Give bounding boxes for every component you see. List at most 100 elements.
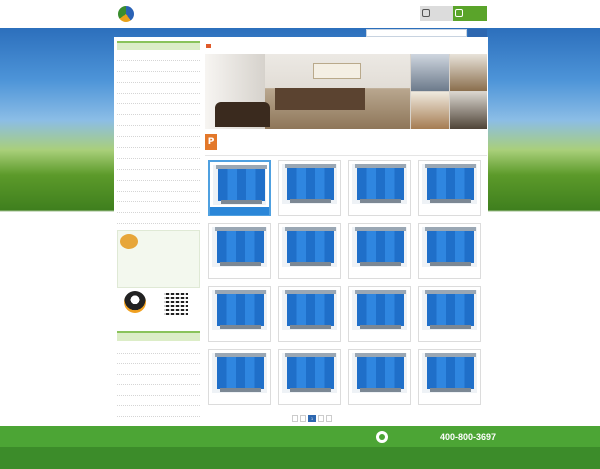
footer-info xyxy=(0,447,600,469)
search-input[interactable] xyxy=(366,29,467,37)
product-image xyxy=(282,353,337,393)
office-desk xyxy=(275,88,365,110)
add-favorite-button[interactable] xyxy=(420,6,453,21)
product-image xyxy=(212,290,267,330)
breadcrumb xyxy=(205,42,487,50)
prev-page-button[interactable] xyxy=(300,415,306,422)
search-button[interactable] xyxy=(468,29,487,37)
site-logo[interactable] xyxy=(118,5,210,23)
category-item[interactable] xyxy=(117,115,200,127)
banner-image xyxy=(205,54,487,129)
product-card[interactable] xyxy=(418,349,481,405)
product-grid xyxy=(208,160,484,405)
news-list xyxy=(117,343,200,417)
news-item[interactable] xyxy=(117,343,200,354)
hotline: 400-800-3697 xyxy=(376,430,496,443)
page-number-button[interactable]: 1 xyxy=(308,415,317,422)
product-card[interactable] xyxy=(418,286,481,342)
wall-calligraphy xyxy=(313,63,361,79)
category-item[interactable] xyxy=(117,181,200,192)
dust-collector-image xyxy=(355,353,406,392)
category-item[interactable] xyxy=(117,126,200,138)
product-card[interactable] xyxy=(208,160,271,216)
last-page-button[interactable] xyxy=(326,415,333,422)
dust-collector-image xyxy=(215,290,266,329)
product-image xyxy=(282,290,337,330)
nav-item-equipment[interactable] xyxy=(328,11,354,21)
product-card[interactable] xyxy=(348,223,411,279)
banner-thumb xyxy=(411,92,449,129)
category-item[interactable] xyxy=(117,83,200,94)
product-card[interactable] xyxy=(208,349,271,405)
product-card[interactable] xyxy=(278,223,341,279)
next-page-button[interactable] xyxy=(318,415,325,422)
dust-collector-image xyxy=(355,164,406,203)
category-item[interactable] xyxy=(117,148,200,159)
banner-thumb xyxy=(450,54,487,91)
sidebar xyxy=(117,41,200,236)
product-image xyxy=(422,353,477,393)
star-icon xyxy=(422,9,430,17)
category-item[interactable] xyxy=(117,202,200,214)
products-badge: P xyxy=(205,134,217,150)
contact-box xyxy=(117,230,200,288)
product-card[interactable] xyxy=(278,286,341,342)
product-image xyxy=(212,353,267,393)
product-card[interactable] xyxy=(208,223,271,279)
banner-thumb xyxy=(450,92,487,129)
nav-item-about[interactable] xyxy=(250,11,276,21)
product-card[interactable] xyxy=(418,223,481,279)
nav-item-home[interactable] xyxy=(224,11,250,21)
category-item[interactable] xyxy=(117,72,200,83)
category-item[interactable] xyxy=(117,192,200,203)
product-card[interactable] xyxy=(348,349,411,405)
nav-item-contact[interactable] xyxy=(380,11,406,21)
product-name[interactable] xyxy=(210,207,269,215)
category-list xyxy=(117,50,200,236)
news-item[interactable] xyxy=(117,375,200,385)
news-item[interactable] xyxy=(117,396,200,406)
product-card[interactable] xyxy=(278,160,341,216)
category-item[interactable] xyxy=(117,94,200,105)
category-item[interactable] xyxy=(117,50,200,61)
phone-icon xyxy=(376,430,388,443)
dust-collector-image xyxy=(285,290,336,329)
news-item[interactable] xyxy=(117,364,200,375)
product-image xyxy=(352,164,407,204)
follow-button[interactable] xyxy=(453,6,487,21)
news-item[interactable] xyxy=(117,406,200,417)
dust-collector-image xyxy=(285,227,336,266)
product-card[interactable] xyxy=(418,160,481,216)
first-page-button[interactable] xyxy=(292,415,298,422)
nav-item-service[interactable] xyxy=(354,11,380,21)
product-image xyxy=(282,164,337,204)
dust-collector-image xyxy=(425,227,476,266)
hotline-number: 400-800-3697 xyxy=(440,431,497,442)
qq-icon[interactable] xyxy=(124,291,146,313)
category-title xyxy=(117,41,200,50)
nav-item-news[interactable] xyxy=(302,11,328,21)
dust-collector-image xyxy=(355,290,406,329)
product-image xyxy=(422,290,477,330)
product-image xyxy=(213,165,267,205)
product-image xyxy=(422,164,477,204)
logo-mark-icon xyxy=(118,6,134,22)
category-item[interactable] xyxy=(117,104,200,116)
product-card[interactable] xyxy=(348,160,411,216)
category-item[interactable] xyxy=(117,213,200,225)
product-image xyxy=(422,227,477,267)
category-item[interactable] xyxy=(117,137,200,149)
product-card[interactable] xyxy=(348,286,411,342)
news-item[interactable] xyxy=(117,385,200,396)
pagination: 1 xyxy=(288,415,333,422)
nav-item-products[interactable] xyxy=(276,11,302,21)
news-item[interactable] xyxy=(117,354,200,364)
home-icon xyxy=(206,44,211,48)
product-card[interactable] xyxy=(208,286,271,342)
dust-collector-image xyxy=(285,164,336,203)
category-item[interactable] xyxy=(117,61,200,72)
product-card[interactable] xyxy=(278,349,341,405)
category-item[interactable] xyxy=(117,170,200,181)
dust-collector-image xyxy=(216,165,267,204)
category-item[interactable] xyxy=(117,159,200,170)
